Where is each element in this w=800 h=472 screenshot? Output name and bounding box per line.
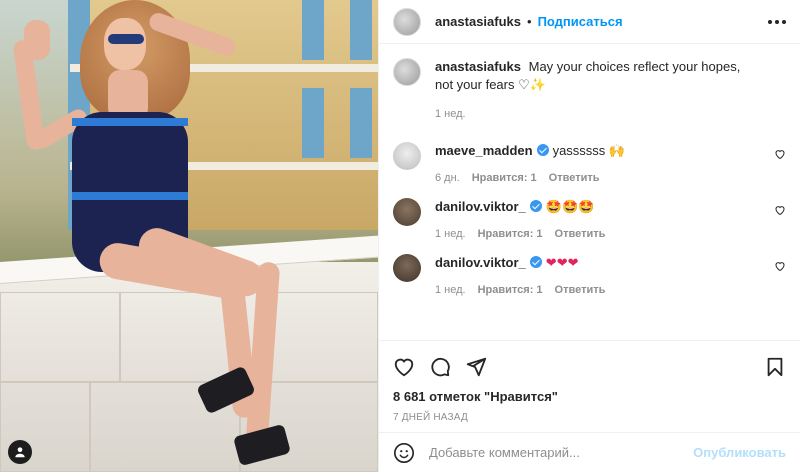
post-header: anastasiafuks • Подписаться — [379, 0, 800, 44]
comment-composer: Опубликовать — [379, 432, 800, 472]
comment-avatar[interactable] — [393, 254, 421, 282]
emoji-icon[interactable] — [393, 442, 415, 464]
comment-username[interactable]: danilov.viktor_ — [435, 255, 526, 270]
comment-item: danilov.viktor_ ❤❤❤ 1 нед. Нравится: 1 От… — [393, 254, 786, 296]
comment-likes[interactable]: Нравится: 1 — [478, 228, 543, 240]
comment-like-icon[interactable] — [774, 260, 786, 272]
caption-author-avatar[interactable] — [393, 58, 421, 86]
post-photo[interactable] — [0, 0, 378, 472]
comment-item: danilov.viktor_ 🤩🤩🤩 1 нед. Нравится: 1 От… — [393, 198, 786, 240]
comment-time[interactable]: 1 нед. — [435, 228, 466, 240]
verified-badge-icon — [529, 200, 542, 212]
photo-sunglasses — [108, 34, 144, 44]
comment-username[interactable]: danilov.viktor_ — [435, 199, 526, 214]
caption-time[interactable]: 1 нед. — [435, 108, 466, 120]
verified-badge-icon — [536, 144, 549, 156]
comment-time[interactable]: 6 дн. — [435, 172, 460, 184]
caption-emoji: ♡✨ — [518, 77, 546, 92]
comment-text: ❤❤❤ — [545, 255, 579, 270]
header-separator: • — [527, 14, 532, 29]
post-viewer: anastasiafuks • Подписаться anastasiafuk… — [0, 0, 800, 472]
comment-like-icon[interactable] — [774, 204, 786, 216]
photo-wall — [0, 262, 378, 472]
caption: anastasiafuks May your choices reflect y… — [393, 58, 786, 120]
reply-button[interactable]: Ответить — [555, 284, 606, 296]
comment-icon[interactable] — [429, 356, 451, 378]
comment-time[interactable]: 1 нед. — [435, 284, 466, 296]
comment-likes[interactable]: Нравится: 1 — [472, 172, 537, 184]
photo-face — [104, 18, 146, 70]
heart-icon[interactable] — [393, 356, 415, 378]
share-icon[interactable] — [465, 356, 487, 378]
comment-like-icon[interactable] — [774, 148, 786, 160]
comment-avatar[interactable] — [393, 142, 421, 170]
comment-likes[interactable]: Нравится: 1 — [478, 284, 543, 296]
likes-count[interactable]: 8 681 отметок "Нравится" — [393, 389, 786, 404]
comments-list: anastasiafuks May your choices reflect y… — [379, 44, 800, 340]
post-side-panel: anastasiafuks • Подписаться anastasiafuk… — [378, 0, 800, 472]
verified-badge-icon — [529, 256, 542, 268]
follow-button[interactable]: Подписаться — [538, 14, 623, 29]
bookmark-icon[interactable] — [764, 356, 786, 378]
comment-input[interactable] — [429, 445, 694, 460]
author-username[interactable]: anastasiafuks — [435, 14, 521, 29]
author-avatar[interactable] — [393, 7, 421, 36]
tagged-users-icon[interactable] — [8, 440, 32, 464]
publish-button[interactable]: Опубликовать — [693, 445, 786, 460]
post-date[interactable]: 7 ДНЕЙ НАЗАД — [393, 412, 786, 423]
caption-author[interactable]: anastasiafuks — [435, 59, 521, 74]
more-options-icon[interactable] — [768, 19, 786, 24]
reply-button[interactable]: Ответить — [555, 228, 606, 240]
comment-text: 🤩🤩🤩 — [545, 199, 595, 214]
reply-button[interactable]: Ответить — [549, 172, 600, 184]
comment-item: maeve_madden yassssss 🙌 6 дн. Нравится: 1… — [393, 142, 786, 184]
post-actions: 8 681 отметок "Нравится" 7 ДНЕЙ НАЗАД — [379, 340, 800, 423]
comment-avatar[interactable] — [393, 198, 421, 226]
comment-username[interactable]: maeve_madden — [435, 143, 533, 158]
comment-text: yassssss 🙌 — [552, 143, 626, 158]
